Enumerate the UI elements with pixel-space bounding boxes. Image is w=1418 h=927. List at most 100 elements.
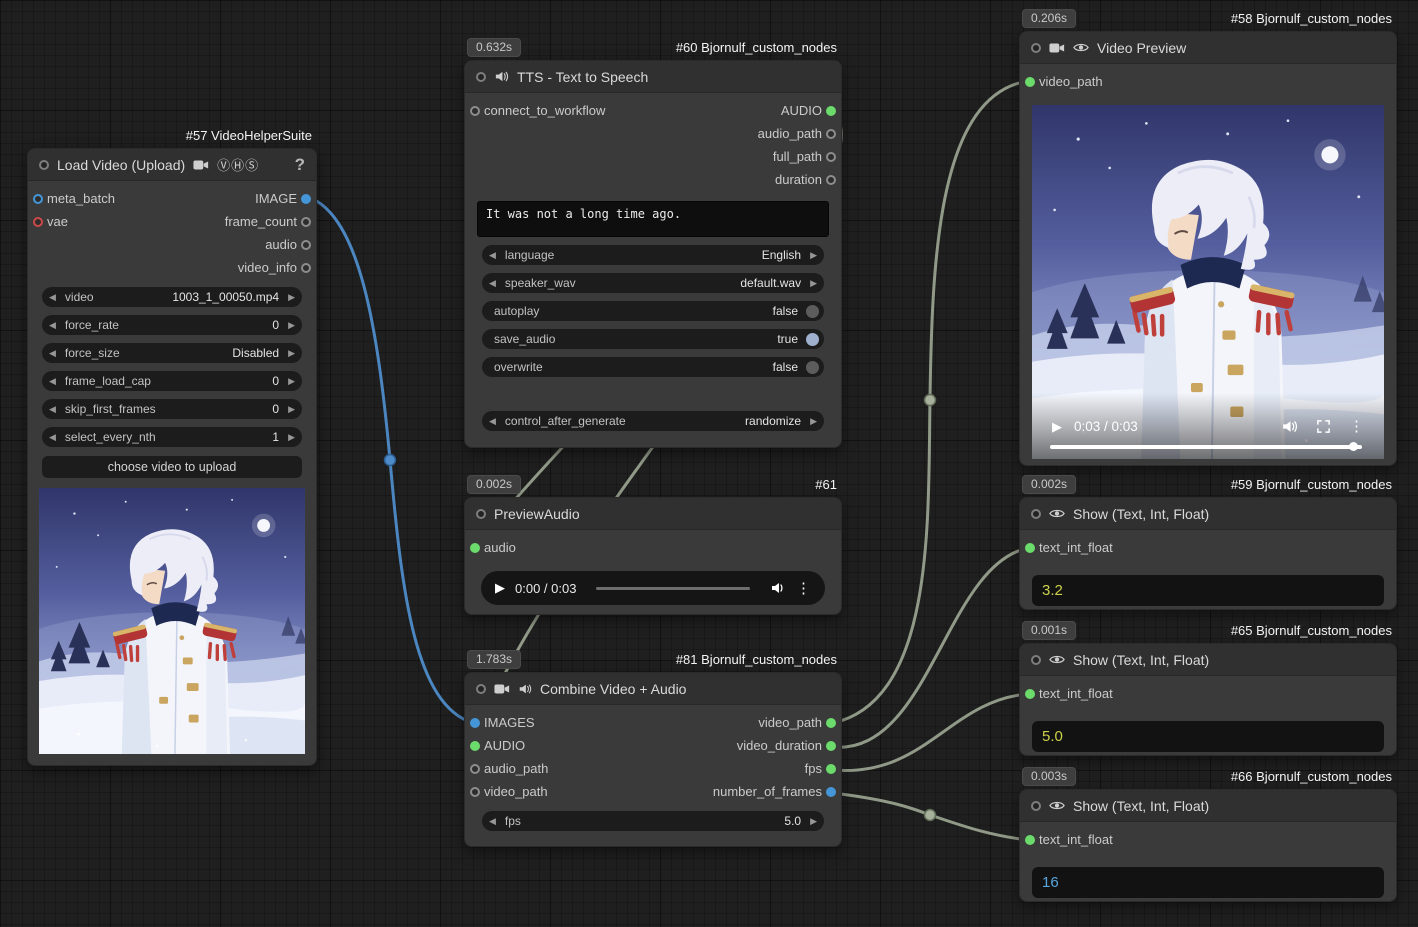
toggle-knob[interactable] bbox=[806, 361, 819, 374]
fullscreen-icon[interactable] bbox=[1316, 419, 1331, 434]
arrow-left-icon[interactable]: ◀ bbox=[49, 405, 56, 414]
arrow-right-icon[interactable]: ▶ bbox=[288, 377, 295, 386]
node-show-65[interactable]: 0.001s #65 Bjornulf_custom_nodes Show (T… bbox=[1019, 643, 1397, 756]
widget-select-every-nth[interactable]: ◀ select_every_nth 1 ▶ bbox=[42, 427, 302, 447]
node-header[interactable]: Combine Video + Audio bbox=[465, 673, 841, 705]
audio-player[interactable]: ▶ 0:00 / 0:03 ⋮ bbox=[481, 571, 825, 605]
arrow-right-icon[interactable]: ▶ bbox=[288, 405, 295, 414]
input-slot-video-path[interactable] bbox=[470, 787, 480, 797]
node-tts[interactable]: 0.632s #60 Bjornulf_custom_nodes TTS - T… bbox=[464, 60, 842, 448]
video-player[interactable]: ▶ 0:03 / 0:03 ⋮ bbox=[1032, 105, 1384, 459]
input-slot-vae[interactable] bbox=[33, 217, 43, 227]
arrow-right-icon[interactable]: ▶ bbox=[810, 251, 817, 260]
arrow-right-icon[interactable]: ▶ bbox=[288, 321, 295, 330]
output-slot-video-info[interactable] bbox=[301, 263, 311, 273]
input-slot-audio-path[interactable] bbox=[470, 764, 480, 774]
arrow-left-icon[interactable]: ◀ bbox=[49, 321, 56, 330]
input-slot-audio[interactable] bbox=[470, 543, 480, 553]
node-load-video[interactable]: #57 VideoHelperSuite Load Video (Upload)… bbox=[27, 148, 317, 766]
output-slot-video-duration[interactable] bbox=[826, 741, 836, 751]
arrow-left-icon[interactable]: ◀ bbox=[489, 417, 496, 426]
kebab-menu-icon[interactable]: ⋮ bbox=[1349, 419, 1364, 434]
widget-skip-first-frames[interactable]: ◀ skip_first_frames 0 ▶ bbox=[42, 399, 302, 419]
collapse-dot[interactable] bbox=[1031, 43, 1041, 53]
arrow-left-icon[interactable]: ◀ bbox=[49, 293, 56, 302]
arrow-right-icon[interactable]: ▶ bbox=[288, 433, 295, 442]
output-slot-video-path[interactable] bbox=[826, 718, 836, 728]
node-header[interactable]: Show (Text, Int, Float) bbox=[1020, 498, 1396, 530]
node-header[interactable]: TTS - Text to Speech bbox=[465, 61, 841, 93]
arrow-right-icon[interactable]: ▶ bbox=[810, 817, 817, 826]
output-slot-audio[interactable] bbox=[826, 106, 836, 116]
widget-force-rate[interactable]: ◀ force_rate 0 ▶ bbox=[42, 315, 302, 335]
widget-force-size[interactable]: ◀ force_size Disabled ▶ bbox=[42, 343, 302, 363]
arrow-right-icon[interactable]: ▶ bbox=[288, 349, 295, 358]
collapse-dot[interactable] bbox=[476, 72, 486, 82]
node-show-66[interactable]: 0.003s #66 Bjornulf_custom_nodes Show (T… bbox=[1019, 789, 1397, 902]
volume-icon[interactable] bbox=[1281, 418, 1298, 435]
widget-control-after-generate[interactable]: ◀ control_after_generate randomize ▶ bbox=[482, 411, 824, 431]
node-show-59[interactable]: 0.002s #59 Bjornulf_custom_nodes Show (T… bbox=[1019, 497, 1397, 610]
reroute-dot[interactable] bbox=[925, 810, 936, 821]
seek-bar[interactable] bbox=[1050, 445, 1362, 449]
output-slot-duration[interactable] bbox=[826, 175, 836, 185]
collapse-dot[interactable] bbox=[1031, 509, 1041, 519]
input-slot-audio[interactable] bbox=[470, 741, 480, 751]
widget-video[interactable]: ◀ video 1003_1_00050.mp4 ▶ bbox=[42, 287, 302, 307]
toggle-knob[interactable] bbox=[806, 305, 819, 318]
reroute-dot[interactable] bbox=[925, 395, 936, 406]
widget-frame-load-cap[interactable]: ◀ frame_load_cap 0 ▶ bbox=[42, 371, 302, 391]
collapse-dot[interactable] bbox=[39, 160, 49, 170]
arrow-right-icon[interactable]: ▶ bbox=[810, 279, 817, 288]
widget-speaker-wav[interactable]: ◀ speaker_wav default.wav ▶ bbox=[482, 273, 824, 293]
arrow-left-icon[interactable]: ◀ bbox=[489, 251, 496, 260]
widget-save-audio-toggle[interactable]: save_audio true bbox=[482, 329, 824, 349]
widget-overwrite-toggle[interactable]: overwrite false bbox=[482, 357, 824, 377]
output-slot-image[interactable] bbox=[301, 194, 311, 204]
widget-autoplay-toggle[interactable]: autoplay false bbox=[482, 301, 824, 321]
output-slot-number-of-frames[interactable] bbox=[826, 787, 836, 797]
arrow-right-icon[interactable]: ▶ bbox=[810, 417, 817, 426]
input-slot-text-int-float[interactable] bbox=[1025, 835, 1035, 845]
help-button[interactable]: ? bbox=[295, 155, 305, 175]
input-slot-images[interactable] bbox=[470, 718, 480, 728]
input-slot-text-int-float[interactable] bbox=[1025, 689, 1035, 699]
node-header[interactable]: Load Video (Upload) ⓋⒽⓈ ? bbox=[28, 149, 316, 181]
arrow-left-icon[interactable]: ◀ bbox=[49, 349, 56, 358]
play-icon[interactable]: ▶ bbox=[1052, 419, 1062, 435]
node-preview-audio[interactable]: 0.002s #61 PreviewAudio audio ▶ 0:00 / 0… bbox=[464, 497, 842, 615]
input-slot-text-int-float[interactable] bbox=[1025, 543, 1035, 553]
play-icon[interactable]: ▶ bbox=[495, 580, 505, 596]
arrow-left-icon[interactable]: ◀ bbox=[49, 377, 56, 386]
tts-text-input[interactable]: It was not a long time ago. bbox=[477, 201, 829, 237]
input-slot-connect-to-workflow[interactable] bbox=[470, 106, 480, 116]
output-slot-audio-path[interactable] bbox=[826, 129, 836, 139]
output-slot-audio[interactable] bbox=[301, 240, 311, 250]
node-video-preview[interactable]: 0.206s #58 Bjornulf_custom_nodes Video P… bbox=[1019, 31, 1397, 466]
output-slot-fps[interactable] bbox=[826, 764, 836, 774]
node-header[interactable]: PreviewAudio bbox=[465, 498, 841, 530]
arrow-left-icon[interactable]: ◀ bbox=[489, 279, 496, 288]
seek-bar[interactable] bbox=[596, 587, 750, 590]
arrow-left-icon[interactable]: ◀ bbox=[489, 817, 496, 826]
collapse-dot[interactable] bbox=[1031, 801, 1041, 811]
seek-knob[interactable] bbox=[1349, 442, 1358, 451]
widget-fps[interactable]: ◀ fps 5.0 ▶ bbox=[482, 811, 824, 831]
input-slot-video-path[interactable] bbox=[1025, 77, 1035, 87]
arrow-left-icon[interactable]: ◀ bbox=[49, 433, 56, 442]
output-slot-frame-count[interactable] bbox=[301, 217, 311, 227]
toggle-knob[interactable] bbox=[806, 333, 819, 346]
node-combine-video-audio[interactable]: 1.783s #81 Bjornulf_custom_nodes Combine… bbox=[464, 672, 842, 847]
node-header[interactable]: Show (Text, Int, Float) bbox=[1020, 790, 1396, 822]
input-slot-meta-batch[interactable] bbox=[33, 194, 43, 204]
arrow-right-icon[interactable]: ▶ bbox=[288, 293, 295, 302]
node-header[interactable]: Video Preview bbox=[1020, 32, 1396, 64]
node-header[interactable]: Show (Text, Int, Float) bbox=[1020, 644, 1396, 676]
reroute-dot[interactable] bbox=[385, 455, 396, 466]
node-graph-canvas[interactable]: #57 VideoHelperSuite Load Video (Upload)… bbox=[0, 0, 1418, 927]
volume-icon[interactable] bbox=[770, 580, 786, 596]
collapse-dot[interactable] bbox=[1031, 655, 1041, 665]
widget-language[interactable]: ◀ language English ▶ bbox=[482, 245, 824, 265]
kebab-menu-icon[interactable]: ⋮ bbox=[796, 581, 811, 596]
output-slot-full-path[interactable] bbox=[826, 152, 836, 162]
